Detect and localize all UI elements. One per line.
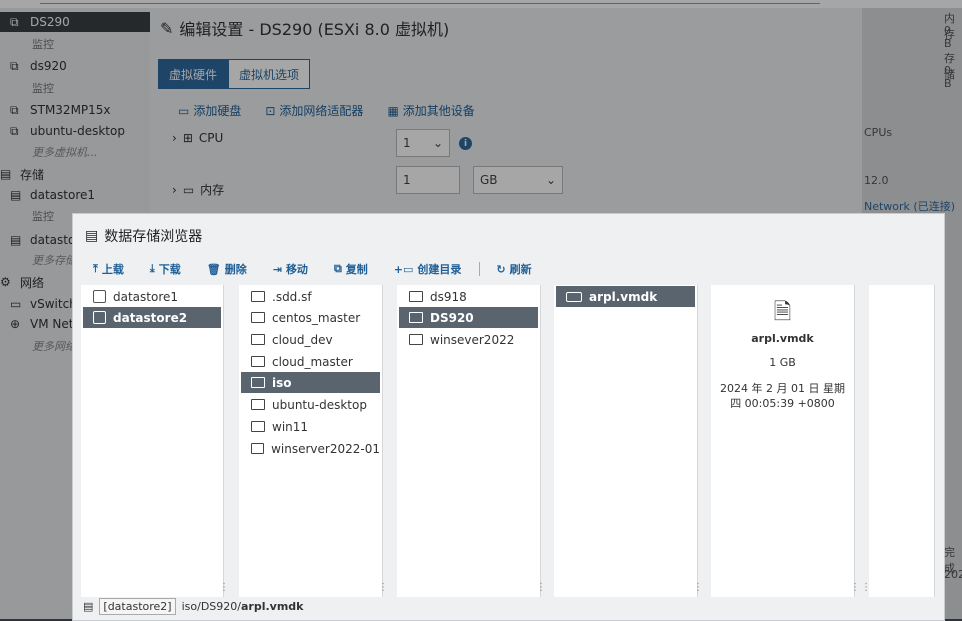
toolbar-label: 刷新: [509, 263, 532, 276]
empty-column: ⋮: [861, 285, 935, 597]
datastore-icon: [93, 290, 106, 303]
resize-handle-icon[interactable]: ⋮: [378, 582, 388, 593]
path-status-bar: ▤ [datastore2] iso/DS920/arpl.vmdk: [83, 598, 303, 615]
item-label: cloud_dev: [272, 332, 333, 347]
list-item[interactable]: arpl.vmdk: [556, 286, 695, 307]
list-item[interactable]: winserver2022-01: [241, 438, 380, 459]
list-item[interactable]: datastore2: [83, 307, 221, 328]
datastore-crumb: [datastore2]: [99, 598, 176, 615]
folder-icon: [409, 334, 423, 345]
datastore-column: datastore1 datastore2 ⋮: [81, 285, 229, 597]
resize-handle-icon[interactable]: ⋮: [693, 582, 703, 593]
list-item[interactable]: winsever2022: [399, 329, 538, 350]
item-label: ds918: [430, 289, 467, 304]
datastore-browser-dialog: ▤ 数据存储浏览器 ⤒ 上载 ⤓ 下载 🗑 删除 ⇥ 移动 ⧉ 复制 +▭ 创建目录 ↻ 刷新…: [72, 213, 945, 621]
item-label: datastore1: [113, 289, 179, 304]
copy-icon: ⧉: [333, 262, 342, 275]
list-item[interactable]: DS920: [399, 307, 538, 328]
browser-toolbar: ⤒ 上载 ⤓ 下载 🗑 删除 ⇥ 移动 ⧉ 复制 +▭ 创建目录 ↻ 刷新: [93, 261, 558, 277]
browser-title-text: 数据存储浏览器: [104, 229, 203, 245]
browser-columns: datastore1 datastore2 ⋮ .sdd.sf centos_m…: [81, 285, 935, 597]
datastore-browser-icon: ▤: [85, 228, 99, 244]
file-icon: 🗎: [773, 300, 792, 325]
move-icon: ⇥: [272, 262, 282, 276]
resize-handle-icon[interactable]: ⋮: [850, 582, 860, 593]
toolbar-separator: [479, 262, 481, 276]
toolbar-label: 复制: [345, 263, 368, 276]
refresh-button[interactable]: ↻ 刷新: [496, 261, 531, 277]
folder-icon: [251, 356, 265, 367]
folder-icon: [251, 334, 265, 345]
resize-handle-icon[interactable]: ⋮: [536, 582, 546, 593]
item-label: cloud_master: [272, 354, 353, 369]
item-label: centos_master: [272, 310, 361, 325]
item-label: iso: [272, 375, 292, 390]
download-button[interactable]: ⤓ 下载: [150, 261, 181, 277]
datastore-icon: [93, 311, 106, 324]
path-dir: iso/DS920/: [181, 600, 241, 613]
resize-handle-icon[interactable]: ⋮: [861, 582, 871, 593]
folder-open-icon: [251, 377, 265, 388]
folder-icon: [409, 291, 423, 302]
item-label: ubuntu-desktop: [272, 397, 367, 412]
delete-button[interactable]: 🗑 删除: [207, 261, 247, 277]
refresh-icon: ↻: [496, 262, 506, 276]
trash-icon: 🗑: [206, 262, 221, 276]
list-item[interactable]: datastore1: [83, 286, 221, 307]
upload-icon: ⤒: [93, 262, 98, 275]
disk-icon: [566, 291, 582, 302]
detail-file-name: arpl.vmdk: [751, 332, 814, 345]
item-label: winserver2022-01: [271, 441, 380, 456]
datastore-icon: ▤: [83, 600, 94, 613]
item-label: win11: [272, 419, 309, 434]
folder-icon: [251, 291, 265, 302]
folder-icon: [251, 399, 265, 410]
new-folder-icon: +▭: [393, 262, 414, 276]
list-item[interactable]: win11: [241, 416, 380, 437]
list-item[interactable]: .sdd.sf: [241, 286, 380, 307]
path-text: iso/DS920/arpl.vmdk: [182, 600, 304, 613]
folder-icon: [251, 443, 265, 454]
toolbar-label: 移动: [285, 263, 308, 276]
list-item[interactable]: cloud_master: [241, 351, 380, 372]
browser-title: ▤ 数据存储浏览器: [85, 226, 202, 246]
list-item[interactable]: ds918: [399, 286, 538, 307]
download-icon: ⤓: [149, 262, 155, 275]
list-item[interactable]: centos_master: [241, 307, 380, 328]
folder-icon: [251, 421, 265, 432]
path-file: arpl.vmdk: [240, 600, 304, 613]
item-label: datastore2: [113, 310, 188, 325]
upload-button[interactable]: ⤒ 上载: [93, 261, 124, 277]
detail-file-date: 2024 年 2 月 01 日 星期: [720, 382, 845, 395]
item-label: winsever2022: [430, 332, 515, 347]
item-label: arpl.vmdk: [589, 289, 658, 304]
item-label: DS920: [430, 310, 474, 325]
folder-icon: [251, 312, 265, 323]
create-directory-button[interactable]: +▭ 创建目录: [394, 261, 462, 277]
toolbar-label: 上载: [101, 263, 124, 276]
move-button[interactable]: ⇥ 移动: [273, 261, 308, 277]
item-label: .sdd.sf: [272, 289, 312, 304]
folder-column: .sdd.sf centos_master cloud_dev cloud_ma…: [239, 285, 388, 597]
list-item[interactable]: ubuntu-desktop: [241, 394, 380, 415]
detail-column: 🗎 arpl.vmdk 1 GB 2024 年 2 月 01 日 星期 四 00…: [711, 285, 860, 597]
detail-file-size: 1 GB: [769, 356, 796, 369]
list-item[interactable]: cloud_dev: [241, 329, 380, 350]
copy-button[interactable]: ⧉ 复制: [334, 261, 368, 277]
detail-file-time: 四 00:05:39 +0800: [730, 397, 835, 410]
toolbar-label: 删除: [224, 263, 247, 276]
toolbar-label: 创建目录: [417, 263, 462, 276]
file-column: arpl.vmdk ⋮: [554, 285, 703, 597]
resize-handle-icon[interactable]: ⋮: [219, 582, 229, 593]
toolbar-label: 下载: [158, 263, 181, 276]
folder-column: ds918 DS920 winsever2022 ⋮: [397, 285, 546, 597]
folder-open-icon: [409, 312, 423, 323]
list-item[interactable]: iso: [241, 372, 380, 393]
